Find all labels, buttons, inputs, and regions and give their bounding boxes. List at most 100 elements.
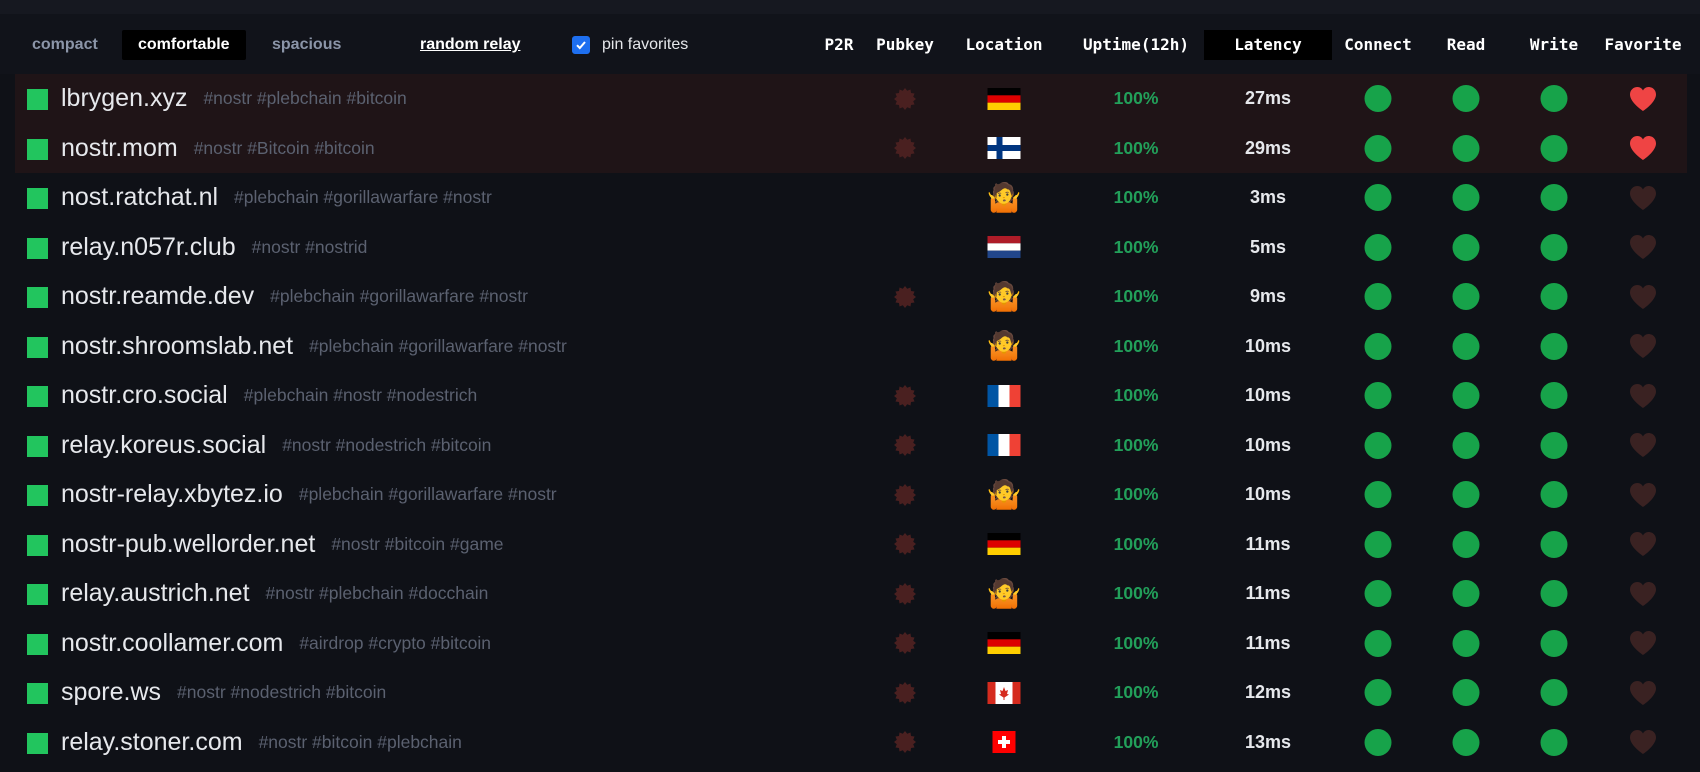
relay-row[interactable]: relay.austrich.net #nostr #plebchain #doc… xyxy=(15,569,1687,619)
relay-name[interactable]: relay.stoner.com xyxy=(61,728,243,757)
read-status-dot xyxy=(1452,619,1480,669)
relay-tags: #nostr #nostrid xyxy=(251,236,368,257)
flag-de-icon xyxy=(987,74,1021,124)
relay-row[interactable]: lbrygen.xyz #nostr #plebchain #bitcoin 100… xyxy=(15,74,1687,124)
favorite-heart-icon[interactable] xyxy=(1628,223,1658,273)
status-square xyxy=(27,138,48,160)
relay-info: nostr.mom #nostr #Bitcoin #bitcoin xyxy=(61,124,375,174)
relay-name[interactable]: nostr.reamde.dev xyxy=(61,282,254,311)
uptime-value: 100% xyxy=(1113,533,1159,554)
relay-name[interactable]: nostr.mom xyxy=(61,134,178,163)
relay-tags: #plebchain #gorillawarfare #nostr xyxy=(309,335,567,356)
connect-status-dot xyxy=(1364,173,1392,223)
relay-row[interactable]: nostr.mom #nostr #Bitcoin #bitcoin 100% 29m… xyxy=(15,123,1687,174)
uptime-value: 100% xyxy=(1113,286,1159,307)
favorite-heart-icon[interactable] xyxy=(1628,272,1658,322)
status-square xyxy=(27,485,48,506)
column-header-read[interactable]: Read xyxy=(1447,30,1486,60)
column-header-connect[interactable]: Connect xyxy=(1344,30,1411,60)
relay-row[interactable]: nostr.reamde.dev #plebchain #gorillawarfa… xyxy=(15,272,1687,322)
favorite-heart-icon[interactable] xyxy=(1628,718,1658,768)
relay-row[interactable]: relay.n057r.club #nostr #nostrid 100% 5ms xyxy=(15,223,1687,273)
uptime-value: 100% xyxy=(1113,187,1159,208)
favorite-heart-icon[interactable] xyxy=(1628,619,1658,669)
relay-info: lbrygen.xyz #nostr #plebchain #bitcoin xyxy=(61,74,407,124)
favorite-heart-icon[interactable] xyxy=(1628,74,1658,124)
relay-name[interactable]: nostr.coollamer.com xyxy=(61,629,283,658)
pubkey-icon xyxy=(893,569,917,619)
write-status-dot xyxy=(1540,569,1568,619)
relay-name[interactable]: relay.koreus.social xyxy=(61,431,266,460)
favorite-heart-icon[interactable] xyxy=(1628,668,1658,718)
relay-row[interactable]: nostr-relay.xbytez.io #plebchain #gorilla… xyxy=(15,470,1687,520)
unknown-location-icon: 🤷 xyxy=(986,280,1022,312)
relay-name[interactable]: spore.ws xyxy=(61,678,161,707)
status-square xyxy=(27,336,48,358)
relay-info: relay.austrich.net #nostr #plebchain #doc… xyxy=(61,569,488,619)
write-status-dot xyxy=(1540,124,1568,174)
status-square xyxy=(27,633,48,655)
uptime-value: 100% xyxy=(1113,88,1159,109)
uptime-value: 100% xyxy=(1113,385,1159,406)
relay-row[interactable]: nostr.coollamer.com #airdrop #crypto #bit… xyxy=(15,619,1687,669)
connect-status-dot xyxy=(1364,124,1392,174)
random-relay-link[interactable]: random relay xyxy=(420,30,520,60)
uptime-value: 100% xyxy=(1113,236,1159,257)
column-header-latency[interactable]: Latency xyxy=(1204,30,1332,60)
favorite-heart-icon[interactable] xyxy=(1628,322,1658,372)
column-header-favorite[interactable]: Favorite xyxy=(1604,30,1681,60)
column-header-p2r[interactable]: P2R xyxy=(825,30,854,60)
read-status-dot xyxy=(1452,74,1480,124)
relay-info: relay.stoner.com #nostr #bitcoin #plebcha… xyxy=(61,718,462,768)
favorite-heart-icon[interactable] xyxy=(1628,520,1658,570)
density-comfortable-button[interactable]: comfortable xyxy=(122,30,246,60)
relay-name[interactable]: nostr-pub.wellorder.net xyxy=(61,530,315,559)
column-header-uptime[interactable]: Uptime(12h) xyxy=(1083,30,1189,60)
relay-name[interactable]: nostr.shroomslab.net xyxy=(61,332,293,361)
pin-favorites-toggle[interactable]: pin favorites xyxy=(572,33,688,57)
pubkey-icon xyxy=(893,371,917,421)
relay-name[interactable]: lbrygen.xyz xyxy=(61,84,187,113)
connect-status-dot xyxy=(1364,718,1392,768)
read-status-dot xyxy=(1452,223,1480,273)
uptime-value: 100% xyxy=(1113,682,1159,703)
write-status-dot xyxy=(1540,470,1568,520)
relay-name[interactable]: nostr.cro.social xyxy=(61,381,228,410)
relay-name[interactable]: nostr-relay.xbytez.io xyxy=(61,480,283,509)
status-square xyxy=(27,237,48,259)
relay-row[interactable]: spore.ws #nostr #nodestrich #bitcoin 100% 1… xyxy=(15,668,1687,718)
relay-info: nostr.reamde.dev #plebchain #gorillawarfa… xyxy=(61,272,528,322)
latency-value: 12ms xyxy=(1244,682,1292,703)
read-status-dot xyxy=(1452,124,1480,174)
relay-info: nostr-relay.xbytez.io #plebchain #gorilla… xyxy=(61,470,557,520)
favorite-heart-icon[interactable] xyxy=(1628,421,1658,471)
density-spacious-button[interactable]: spacious xyxy=(256,30,357,60)
pubkey-icon xyxy=(893,470,917,520)
latency-value: 10ms xyxy=(1244,434,1292,455)
uptime-value: 100% xyxy=(1113,137,1159,158)
relay-row[interactable]: nostr.shroomslab.net #plebchain #gorillaw… xyxy=(15,322,1687,372)
relay-name[interactable]: nost.ratchat.nl xyxy=(61,183,218,212)
top-strip xyxy=(0,0,1700,14)
column-header-location[interactable]: Location xyxy=(965,30,1042,60)
latency-value: 11ms xyxy=(1245,533,1291,554)
relay-row[interactable]: relay.koreus.social #nostr #nodestrich #b… xyxy=(15,421,1687,471)
write-status-dot xyxy=(1540,668,1568,718)
favorite-heart-icon[interactable] xyxy=(1628,470,1658,520)
column-header-write[interactable]: Write xyxy=(1530,30,1578,60)
relay-row[interactable]: nostr.cro.social #plebchain #nostr #nodes… xyxy=(15,371,1687,421)
relay-row[interactable]: relay.stoner.com #nostr #bitcoin #plebcha… xyxy=(15,718,1687,768)
density-compact-button[interactable]: compact xyxy=(16,30,114,60)
favorite-heart-icon[interactable] xyxy=(1628,124,1658,174)
pin-favorites-checkbox[interactable] xyxy=(572,36,590,54)
favorite-heart-icon[interactable] xyxy=(1628,173,1658,223)
column-header-pubkey[interactable]: Pubkey xyxy=(876,30,934,60)
favorite-heart-icon[interactable] xyxy=(1628,371,1658,421)
relay-row[interactable]: nost.ratchat.nl #plebchain #gorillawarfar… xyxy=(15,173,1687,223)
relay-name[interactable]: relay.n057r.club xyxy=(61,233,236,262)
relay-name[interactable]: relay.austrich.net xyxy=(61,579,250,608)
latency-value: 11ms xyxy=(1245,583,1291,604)
relay-row[interactable]: nostr-pub.wellorder.net #nostr #bitcoin #… xyxy=(15,520,1687,570)
latency-value: 5ms xyxy=(1249,236,1287,257)
favorite-heart-icon[interactable] xyxy=(1628,569,1658,619)
